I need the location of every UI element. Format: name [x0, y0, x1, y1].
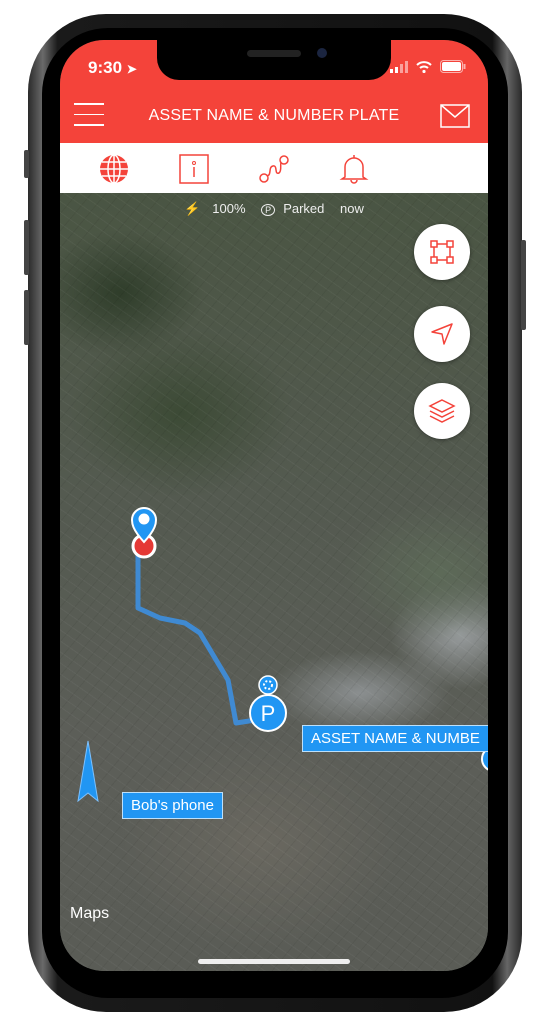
location-arrow-icon: ➤ — [126, 62, 137, 76]
tab-bar — [60, 143, 488, 193]
fit-bounds-icon — [430, 240, 454, 264]
layers-icon — [428, 399, 456, 423]
mail-icon[interactable] — [440, 104, 470, 128]
parking-marker: P — [249, 694, 287, 732]
phone-label[interactable]: Bob's phone — [122, 792, 223, 819]
status-time: 9:30 ➤ — [88, 58, 137, 77]
power-button — [521, 240, 526, 330]
volume-down — [24, 290, 29, 345]
asset-label[interactable]: ASSET NAME & NUMBE — [302, 725, 488, 752]
maps-attribution: Maps — [70, 905, 109, 923]
locate-button[interactable] — [414, 306, 470, 362]
event-marker — [258, 675, 278, 695]
locate-icon — [431, 323, 453, 345]
page-title: ASSET NAME & NUMBER PLATE — [148, 107, 400, 124]
tab-alerts-bell-icon[interactable] — [338, 153, 370, 185]
screen: ⚡100% PParked now P ASSET NAME & NUMBE — [60, 40, 488, 971]
wifi-icon — [416, 60, 432, 73]
fit-bounds-button[interactable] — [414, 224, 470, 280]
tab-map-globe-icon[interactable] — [98, 153, 130, 185]
maps-attribution-text: Maps — [70, 905, 110, 922]
signal-icon — [390, 60, 408, 73]
route-line — [135, 555, 257, 726]
status-icons — [390, 60, 466, 73]
map-view[interactable]: ⚡100% PParked now P ASSET NAME & NUMBE — [60, 193, 488, 971]
volume-up — [24, 220, 29, 275]
start-marker — [130, 507, 158, 559]
tab-info-icon[interactable] — [178, 153, 210, 185]
battery-status-icon — [440, 60, 466, 73]
route-layer: P — [77, 507, 488, 803]
tab-route-icon[interactable] — [258, 153, 290, 185]
home-indicator[interactable] — [198, 959, 350, 964]
layers-button[interactable] — [414, 383, 470, 439]
notch — [157, 40, 391, 80]
mute-switch — [24, 150, 29, 178]
user-location-arrow — [77, 740, 99, 803]
svg-text:P: P — [261, 701, 276, 726]
